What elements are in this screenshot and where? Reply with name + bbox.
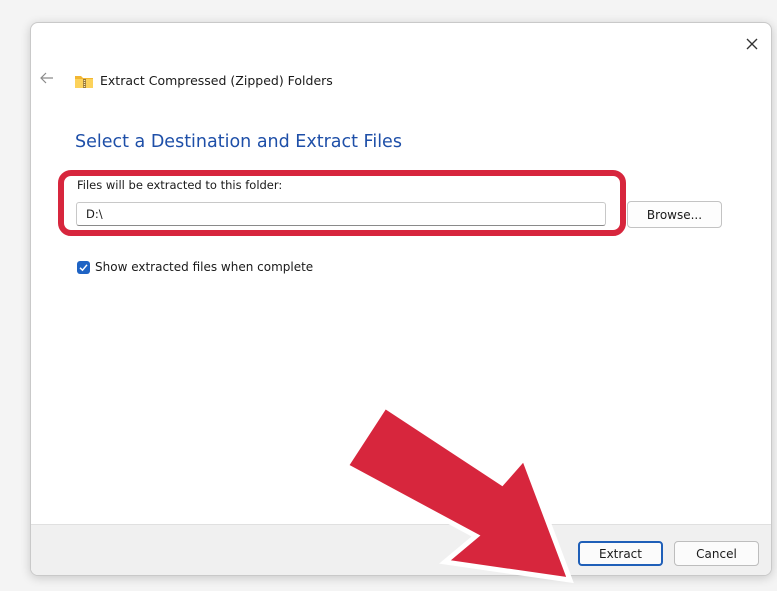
extract-button[interactable]: Extract xyxy=(578,541,663,566)
dialog-footer: Extract Cancel xyxy=(31,524,771,575)
close-icon xyxy=(746,38,758,50)
show-files-checkbox-row[interactable]: Show extracted files when complete xyxy=(77,260,313,274)
back-button[interactable] xyxy=(38,69,56,87)
annotation-highlight-box xyxy=(58,170,626,236)
browse-button[interactable]: Browse... xyxy=(627,201,722,228)
checkmark-icon xyxy=(79,263,88,271)
cancel-button[interactable]: Cancel xyxy=(674,541,759,566)
page-heading: Select a Destination and Extract Files xyxy=(75,132,402,152)
show-files-checkbox[interactable] xyxy=(77,260,90,274)
close-button[interactable] xyxy=(739,31,765,57)
show-files-checkbox-label: Show extracted files when complete xyxy=(95,260,314,274)
extract-dialog: Extract Compressed (Zipped) Folders Sele… xyxy=(30,22,772,576)
dialog-title: Extract Compressed (Zipped) Folders xyxy=(100,73,333,88)
zip-folder-icon xyxy=(75,76,93,88)
back-arrow-icon xyxy=(40,72,53,84)
screenshot-canvas: Extract Compressed (Zipped) Folders Sele… xyxy=(0,0,777,591)
